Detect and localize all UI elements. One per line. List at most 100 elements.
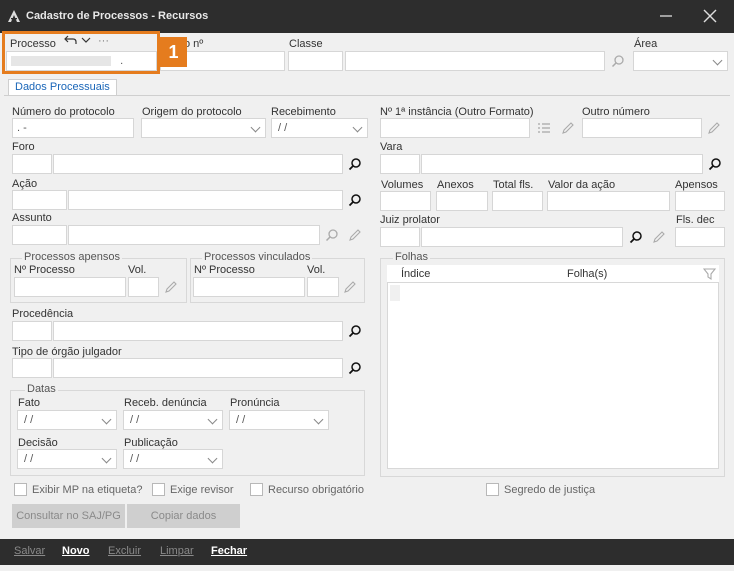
area-select[interactable] — [633, 51, 728, 71]
vinculados-group-title: Processos vinculados — [202, 251, 313, 263]
recebimento-label: Recebimento — [271, 106, 336, 118]
valor-acao-input[interactable] — [547, 191, 670, 211]
apensos-nprocesso-label: Nº Processo — [14, 264, 75, 276]
apensos-label: Apensos — [675, 179, 718, 191]
segredo-justica-label: Segredo de justiça — [504, 484, 596, 496]
list-icon[interactable] — [537, 121, 551, 135]
decisao-date[interactable]: / / — [17, 449, 117, 469]
volumes-input[interactable] — [380, 191, 431, 211]
edit-icon[interactable] — [561, 121, 575, 135]
exige-revisor-label: Exige revisor — [170, 484, 234, 496]
edit-icon[interactable] — [652, 230, 666, 244]
pronuncia-date[interactable]: / / — [229, 410, 329, 430]
foro-label: Foro — [12, 141, 35, 153]
segredo-justica-checkbox[interactable] — [486, 483, 499, 496]
action-bar: Salvar Novo Excluir Limpar Fechar — [0, 539, 734, 565]
folhas-group-title: Folhas — [393, 251, 431, 263]
search-icon[interactable] — [708, 157, 722, 171]
novo-button[interactable]: Novo — [62, 545, 90, 557]
filter-icon[interactable] — [703, 267, 717, 281]
apensos-vol-label: Vol. — [128, 264, 147, 276]
primeira-instancia-label: Nº 1ª instância (Outro Formato) — [380, 106, 534, 118]
vinculados-nprocesso-input[interactable] — [193, 277, 305, 297]
recebimento-date[interactable]: / / — [271, 118, 368, 138]
edit-icon[interactable] — [707, 121, 721, 135]
search-icon[interactable] — [629, 230, 643, 244]
apensos-nprocesso-input[interactable] — [14, 277, 126, 297]
anexos-input[interactable] — [436, 191, 488, 211]
search-icon[interactable] — [325, 228, 339, 242]
vinculados-vol-input[interactable] — [307, 277, 339, 297]
step-badge: 1 — [160, 37, 187, 67]
search-icon[interactable] — [348, 193, 362, 207]
fechar-button[interactable]: Fechar — [211, 545, 247, 557]
receb-denuncia-label: Receb. denúncia — [124, 397, 207, 409]
tipo-orgao-label: Tipo de órgão julgador — [12, 346, 122, 358]
foro-desc-input[interactable] — [53, 154, 343, 174]
juiz-label: Juiz prolator — [380, 214, 440, 226]
edit-icon[interactable] — [348, 228, 362, 242]
folhas-grid[interactable] — [387, 283, 719, 469]
vara-desc-input[interactable] — [421, 154, 703, 174]
folhas-column-header[interactable]: Folha(s) — [567, 268, 607, 280]
search-icon[interactable] — [348, 361, 362, 375]
apensos-input[interactable] — [675, 191, 725, 211]
apensos-vol-input[interactable] — [128, 277, 159, 297]
procedencia-desc-input[interactable] — [53, 321, 343, 341]
close-icon[interactable] — [700, 6, 720, 26]
edit-icon[interactable] — [164, 280, 178, 294]
vara-code-input[interactable] — [380, 154, 420, 174]
origem-protocolo-select[interactable] — [141, 118, 266, 138]
foro-code-input[interactable] — [12, 154, 52, 174]
assunto-desc-input[interactable] — [68, 225, 320, 245]
exibir-mp-checkbox[interactable] — [14, 483, 27, 496]
minimize-icon[interactable] — [656, 6, 676, 26]
recurso-obrigatorio-checkbox[interactable] — [250, 483, 263, 496]
total-fls-input[interactable] — [492, 191, 543, 211]
salvar-button[interactable]: Salvar — [14, 545, 45, 557]
recurso-obrigatorio-label: Recurso obrigatório — [268, 484, 364, 496]
publicacao-date[interactable]: / / — [123, 449, 223, 469]
num-protocolo-label: Número do protocolo — [12, 106, 115, 118]
juiz-desc-input[interactable] — [421, 227, 623, 247]
datas-group-title: Datas — [25, 383, 58, 395]
search-icon[interactable] — [348, 157, 362, 171]
acao-desc-input[interactable] — [68, 190, 343, 210]
exibir-mp-label: Exibir MP na etiqueta? — [32, 484, 143, 496]
publicacao-label: Publicação — [124, 437, 178, 449]
outro-numero-input[interactable] — [582, 118, 702, 138]
indice-column-header[interactable]: Índice — [401, 268, 430, 280]
decisao-label: Decisão — [18, 437, 58, 449]
tab-dados-processuais[interactable]: Dados Processuais — [8, 79, 117, 96]
receb-denuncia-date[interactable]: / / — [123, 410, 223, 430]
primeira-instancia-input[interactable] — [380, 118, 530, 138]
volumes-label: Volumes — [381, 179, 424, 191]
consultar-saj-button[interactable]: Consultar no SAJ/PG — [12, 504, 125, 528]
outro-numero-label: Outro número — [582, 106, 650, 118]
limpar-button[interactable]: Limpar — [160, 545, 194, 557]
fls-dec-input[interactable] — [675, 227, 725, 247]
classe-desc-input[interactable] — [345, 51, 605, 71]
search-icon[interactable] — [611, 54, 625, 68]
area-label: Área — [634, 38, 658, 50]
classe-code-input[interactable] — [288, 51, 343, 71]
vinculados-nprocesso-label: Nº Processo — [194, 264, 255, 276]
tipo-orgao-desc-input[interactable] — [53, 358, 343, 378]
app-logo-icon — [8, 10, 20, 22]
tipo-orgao-code-input[interactable] — [12, 358, 52, 378]
folhas-grid-header: Índice Folha(s) — [387, 265, 719, 283]
num-protocolo-input[interactable]: . - — [12, 118, 134, 138]
fato-date[interactable]: / / — [17, 410, 117, 430]
exige-revisor-checkbox[interactable] — [152, 483, 165, 496]
vara-label: Vara — [380, 141, 403, 153]
procedencia-code-input[interactable] — [12, 321, 52, 341]
apensos-group-title: Processos apensos — [22, 251, 122, 263]
copiar-dados-button[interactable]: Copiar dados — [127, 504, 240, 528]
edit-icon[interactable] — [343, 280, 357, 294]
acao-code-input[interactable] — [12, 190, 67, 210]
assunto-code-input[interactable] — [12, 225, 67, 245]
excluir-button[interactable]: Excluir — [108, 545, 141, 557]
search-icon[interactable] — [348, 324, 362, 338]
juiz-code-input[interactable] — [380, 227, 420, 247]
assunto-label: Assunto — [12, 212, 52, 224]
